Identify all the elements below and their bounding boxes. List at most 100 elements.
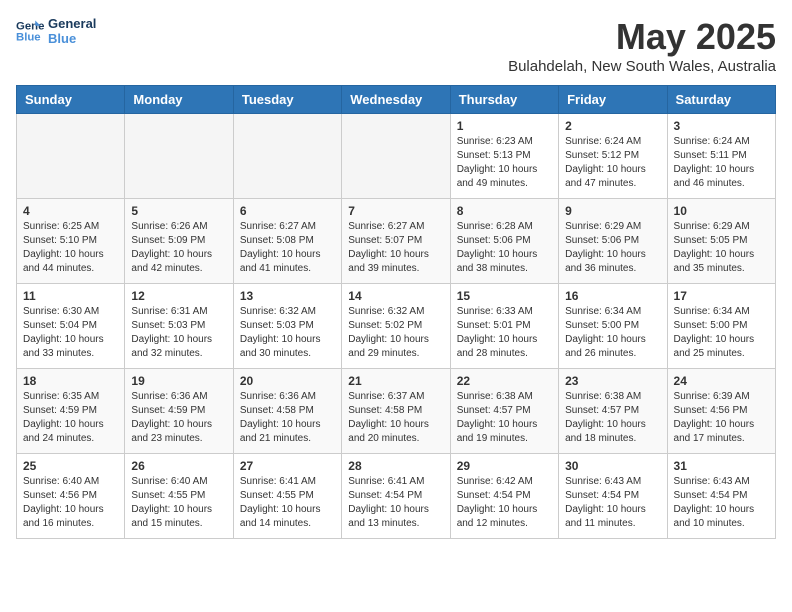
day-cell: 16 Sunrise: 6:34 AM Sunset: 5:00 PM Dayli… (559, 284, 667, 369)
day-number: 13 (240, 289, 335, 303)
day-cell (233, 114, 341, 199)
day-info: Sunrise: 6:38 AM Sunset: 4:57 PM Dayligh… (565, 390, 660, 446)
day-info: Sunrise: 6:41 AM Sunset: 4:54 PM Dayligh… (348, 475, 443, 531)
day-info: Sunrise: 6:30 AM Sunset: 5:04 PM Dayligh… (23, 305, 118, 361)
day-cell (342, 114, 450, 199)
day-number: 16 (565, 289, 660, 303)
day-cell: 17 Sunrise: 6:34 AM Sunset: 5:00 PM Dayli… (667, 284, 775, 369)
day-cell: 13 Sunrise: 6:32 AM Sunset: 5:03 PM Dayli… (233, 284, 341, 369)
day-number: 3 (674, 119, 769, 133)
day-cell: 22 Sunrise: 6:38 AM Sunset: 4:57 PM Dayli… (450, 369, 558, 454)
day-cell: 20 Sunrise: 6:36 AM Sunset: 4:58 PM Dayli… (233, 369, 341, 454)
day-cell: 6 Sunrise: 6:27 AM Sunset: 5:08 PM Daylig… (233, 199, 341, 284)
day-number: 26 (131, 459, 226, 473)
day-info: Sunrise: 6:23 AM Sunset: 5:13 PM Dayligh… (457, 135, 552, 191)
day-info: Sunrise: 6:41 AM Sunset: 4:55 PM Dayligh… (240, 475, 335, 531)
day-number: 15 (457, 289, 552, 303)
day-number: 28 (348, 459, 443, 473)
day-cell: 19 Sunrise: 6:36 AM Sunset: 4:59 PM Dayli… (125, 369, 233, 454)
day-number: 5 (131, 204, 226, 218)
day-info: Sunrise: 6:24 AM Sunset: 5:12 PM Dayligh… (565, 135, 660, 191)
day-cell: 31 Sunrise: 6:43 AM Sunset: 4:54 PM Dayli… (667, 454, 775, 539)
day-number: 19 (131, 374, 226, 388)
day-cell: 11 Sunrise: 6:30 AM Sunset: 5:04 PM Dayli… (17, 284, 125, 369)
title-block: May 2025 Bulahdelah, New South Wales, Au… (508, 16, 776, 75)
day-info: Sunrise: 6:32 AM Sunset: 5:03 PM Dayligh… (240, 305, 335, 361)
day-cell: 3Sunrise: 6:24 AM Sunset: 5:11 PM Daylig… (667, 114, 775, 199)
day-cell: 30Sunrise: 6:43 AM Sunset: 4:54 PM Dayli… (559, 454, 667, 539)
day-number: 10 (674, 204, 769, 218)
weekday-header-tuesday: Tuesday (233, 86, 341, 114)
day-number: 31 (674, 459, 769, 473)
day-number: 2 (565, 119, 660, 133)
day-number: 9 (565, 204, 660, 218)
weekday-header-row: SundayMondayTuesdayWednesdayThursdayFrid… (17, 86, 776, 114)
day-info: Sunrise: 6:42 AM Sunset: 4:54 PM Dayligh… (457, 475, 552, 531)
day-cell: 1 Sunrise: 6:23 AM Sunset: 5:13 PM Daylig… (450, 114, 558, 199)
day-cell: 18Sunrise: 6:35 AM Sunset: 4:59 PM Dayli… (17, 369, 125, 454)
day-number: 14 (348, 289, 443, 303)
day-info: Sunrise: 6:34 AM Sunset: 5:00 PM Dayligh… (565, 305, 660, 361)
day-number: 22 (457, 374, 552, 388)
day-info: Sunrise: 6:27 AM Sunset: 5:08 PM Dayligh… (240, 220, 335, 276)
month-title: May 2025 (508, 16, 776, 58)
day-cell: 9 Sunrise: 6:29 AM Sunset: 5:06 PM Daylig… (559, 199, 667, 284)
day-cell: 27 Sunrise: 6:41 AM Sunset: 4:55 PM Dayli… (233, 454, 341, 539)
day-cell: 25Sunrise: 6:40 AM Sunset: 4:56 PM Dayli… (17, 454, 125, 539)
day-cell: 15 Sunrise: 6:33 AM Sunset: 5:01 PM Dayli… (450, 284, 558, 369)
day-number: 4 (23, 204, 118, 218)
day-info: Sunrise: 6:40 AM Sunset: 4:55 PM Dayligh… (131, 475, 226, 531)
day-info: Sunrise: 6:37 AM Sunset: 4:58 PM Dayligh… (348, 390, 443, 446)
day-info: Sunrise: 6:32 AM Sunset: 5:02 PM Dayligh… (348, 305, 443, 361)
day-cell: 26 Sunrise: 6:40 AM Sunset: 4:55 PM Dayli… (125, 454, 233, 539)
day-info: Sunrise: 6:36 AM Sunset: 4:58 PM Dayligh… (240, 390, 335, 446)
day-info: Sunrise: 6:34 AM Sunset: 5:00 PM Dayligh… (674, 305, 769, 361)
day-info: Sunrise: 6:29 AM Sunset: 5:06 PM Dayligh… (565, 220, 660, 276)
day-info: Sunrise: 6:38 AM Sunset: 4:57 PM Dayligh… (457, 390, 552, 446)
day-number: 21 (348, 374, 443, 388)
day-info: Sunrise: 6:33 AM Sunset: 5:01 PM Dayligh… (457, 305, 552, 361)
day-cell: 5 Sunrise: 6:26 AM Sunset: 5:09 PM Daylig… (125, 199, 233, 284)
day-info: Sunrise: 6:31 AM Sunset: 5:03 PM Dayligh… (131, 305, 226, 361)
day-number: 6 (240, 204, 335, 218)
weekday-header-sunday: Sunday (17, 86, 125, 114)
day-cell (125, 114, 233, 199)
day-cell: 2 Sunrise: 6:24 AM Sunset: 5:12 PM Daylig… (559, 114, 667, 199)
day-number: 17 (674, 289, 769, 303)
day-info: Sunrise: 6:27 AM Sunset: 5:07 PM Dayligh… (348, 220, 443, 276)
day-info: Sunrise: 6:43 AM Sunset: 4:54 PM Dayligh… (674, 475, 769, 531)
day-info: Sunrise: 6:36 AM Sunset: 4:59 PM Dayligh… (131, 390, 226, 446)
logo: General Blue General Blue (16, 16, 96, 46)
day-number: 24 (674, 374, 769, 388)
day-cell (17, 114, 125, 199)
day-number: 8 (457, 204, 552, 218)
day-cell: 24 Sunrise: 6:39 AM Sunset: 4:56 PM Dayli… (667, 369, 775, 454)
day-info: Sunrise: 6:35 AM Sunset: 4:59 PM Dayligh… (23, 390, 118, 446)
svg-text:Blue: Blue (16, 32, 41, 44)
day-number: 20 (240, 374, 335, 388)
week-row-4: 18Sunrise: 6:35 AM Sunset: 4:59 PM Dayli… (17, 369, 776, 454)
day-info: Sunrise: 6:29 AM Sunset: 5:05 PM Dayligh… (674, 220, 769, 276)
day-number: 11 (23, 289, 118, 303)
week-row-1: 1 Sunrise: 6:23 AM Sunset: 5:13 PM Daylig… (17, 114, 776, 199)
day-number: 29 (457, 459, 552, 473)
day-info: Sunrise: 6:26 AM Sunset: 5:09 PM Dayligh… (131, 220, 226, 276)
day-number: 7 (348, 204, 443, 218)
day-info: Sunrise: 6:43 AM Sunset: 4:54 PM Dayligh… (565, 475, 660, 531)
day-number: 27 (240, 459, 335, 473)
weekday-header-wednesday: Wednesday (342, 86, 450, 114)
day-number: 12 (131, 289, 226, 303)
weekday-header-saturday: Saturday (667, 86, 775, 114)
weekday-header-thursday: Thursday (450, 86, 558, 114)
day-number: 1 (457, 119, 552, 133)
day-cell: 21 Sunrise: 6:37 AM Sunset: 4:58 PM Dayli… (342, 369, 450, 454)
week-row-2: 4Sunrise: 6:25 AM Sunset: 5:10 PM Daylig… (17, 199, 776, 284)
day-cell: 10 Sunrise: 6:29 AM Sunset: 5:05 PM Dayli… (667, 199, 775, 284)
day-cell: 7 Sunrise: 6:27 AM Sunset: 5:07 PM Daylig… (342, 199, 450, 284)
day-info: Sunrise: 6:39 AM Sunset: 4:56 PM Dayligh… (674, 390, 769, 446)
logo-icon: General Blue (16, 17, 44, 45)
day-number: 25 (23, 459, 118, 473)
location-subtitle: Bulahdelah, New South Wales, Australia (508, 58, 776, 75)
calendar-table: SundayMondayTuesdayWednesdayThursdayFrid… (16, 85, 776, 539)
day-cell: 4Sunrise: 6:25 AM Sunset: 5:10 PM Daylig… (17, 199, 125, 284)
